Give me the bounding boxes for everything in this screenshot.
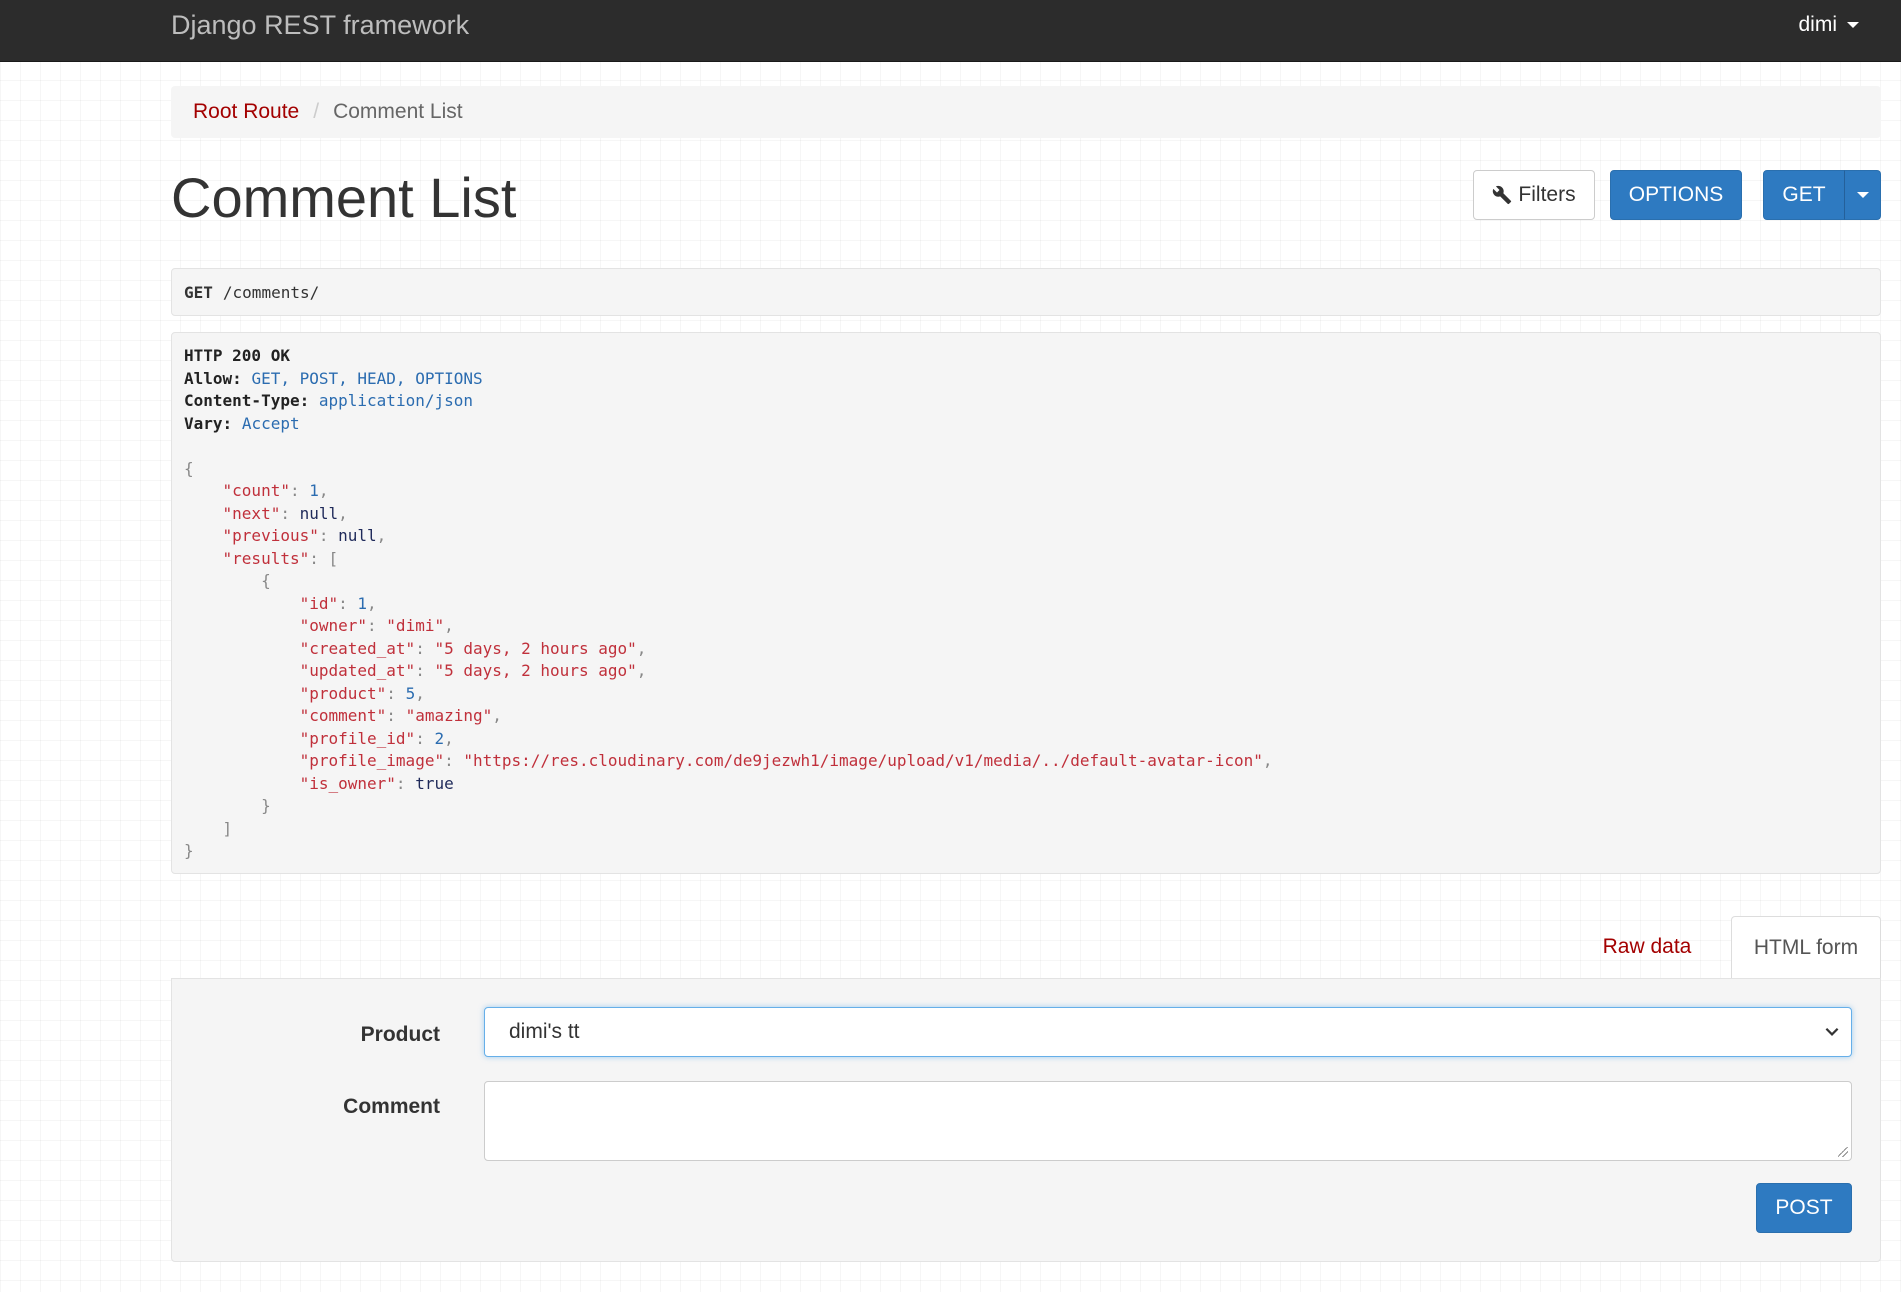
options-button[interactable]: OPTIONS: [1610, 170, 1742, 220]
brand-logo[interactable]: Django REST framework: [171, 9, 469, 41]
post-button[interactable]: POST: [1756, 1183, 1852, 1233]
chevron-down-icon: [1825, 1027, 1839, 1036]
json-value-owner: "dimi": [386, 616, 445, 635]
header-value: Accept: [241, 413, 300, 433]
wrench-icon: [1493, 185, 1512, 205]
user-name: dimi: [1798, 13, 1837, 36]
breadcrumb: Root Route / Comment List: [171, 86, 1881, 138]
json-value-profile-id: 2: [434, 728, 445, 748]
request-info: GET /comments/: [171, 268, 1881, 316]
user-menu[interactable]: dimi: [1798, 12, 1859, 38]
header-value: GET, POST, HEAD, OPTIONS: [251, 368, 483, 388]
product-select[interactable]: dimi's tt: [484, 1007, 1852, 1057]
header-key: Vary:: [184, 413, 233, 433]
comment-textarea[interactable]: [484, 1081, 1852, 1161]
json-value-created-at: "5 days, 2 hours ago": [434, 638, 637, 658]
breadcrumb-separator: /: [313, 100, 320, 123]
json-value-is-owner: true: [415, 773, 454, 793]
header-key: Content-Type:: [184, 391, 310, 410]
header-row: Comment List Filters OPTIONS GET: [171, 138, 1881, 258]
get-format-dropdown-toggle[interactable]: [1844, 170, 1881, 220]
json-value-updated-at: "5 days, 2 hours ago": [434, 661, 637, 680]
request-path: /comments/: [222, 282, 320, 302]
comment-label: Comment: [343, 1095, 440, 1118]
tab-html-form[interactable]: HTML form: [1731, 916, 1881, 978]
filters-label: Filters: [1518, 183, 1576, 206]
breadcrumb-root-link[interactable]: Root Route: [193, 100, 299, 124]
resize-handle-icon[interactable]: [1838, 1147, 1848, 1157]
json-value-next: null: [299, 503, 339, 523]
breadcrumb-current: Comment List: [333, 100, 463, 123]
json-value-product: 5: [405, 683, 416, 703]
request-method: GET: [184, 282, 213, 302]
filters-button[interactable]: Filters: [1473, 170, 1595, 220]
main-container: Root Route / Comment List Comment List F…: [171, 62, 1881, 1262]
json-value-previous: null: [338, 526, 377, 545]
response-content: HTTP 200 OK Allow: GET, POST, HEAD, OPTI…: [171, 332, 1881, 874]
product-label: Product: [360, 1023, 440, 1046]
product-selected-value: dimi's tt: [509, 1020, 580, 1043]
html-form-panel: Product dimi's tt Comment POST: [171, 978, 1881, 1262]
header-value: application/json: [318, 391, 473, 410]
json-value-count: 1: [309, 481, 319, 500]
header-key: Allow:: [184, 368, 242, 388]
navbar: Django REST framework dimi: [0, 0, 1901, 62]
page-title: Comment List: [171, 166, 517, 229]
json-value-comment: "amazing": [405, 706, 493, 725]
get-button[interactable]: GET: [1763, 170, 1845, 220]
response-status: HTTP 200 OK: [184, 346, 290, 365]
json-value-profile-image: "https://res.cloudinary.com/de9jezwh1/im…: [463, 751, 1263, 770]
form-tabs: Raw data HTML form: [171, 916, 1881, 978]
caret-down-icon: [1847, 22, 1859, 28]
json-value-id: 1: [357, 593, 368, 613]
tab-raw-data[interactable]: Raw data: [1587, 916, 1707, 978]
caret-down-icon: [1856, 192, 1869, 198]
